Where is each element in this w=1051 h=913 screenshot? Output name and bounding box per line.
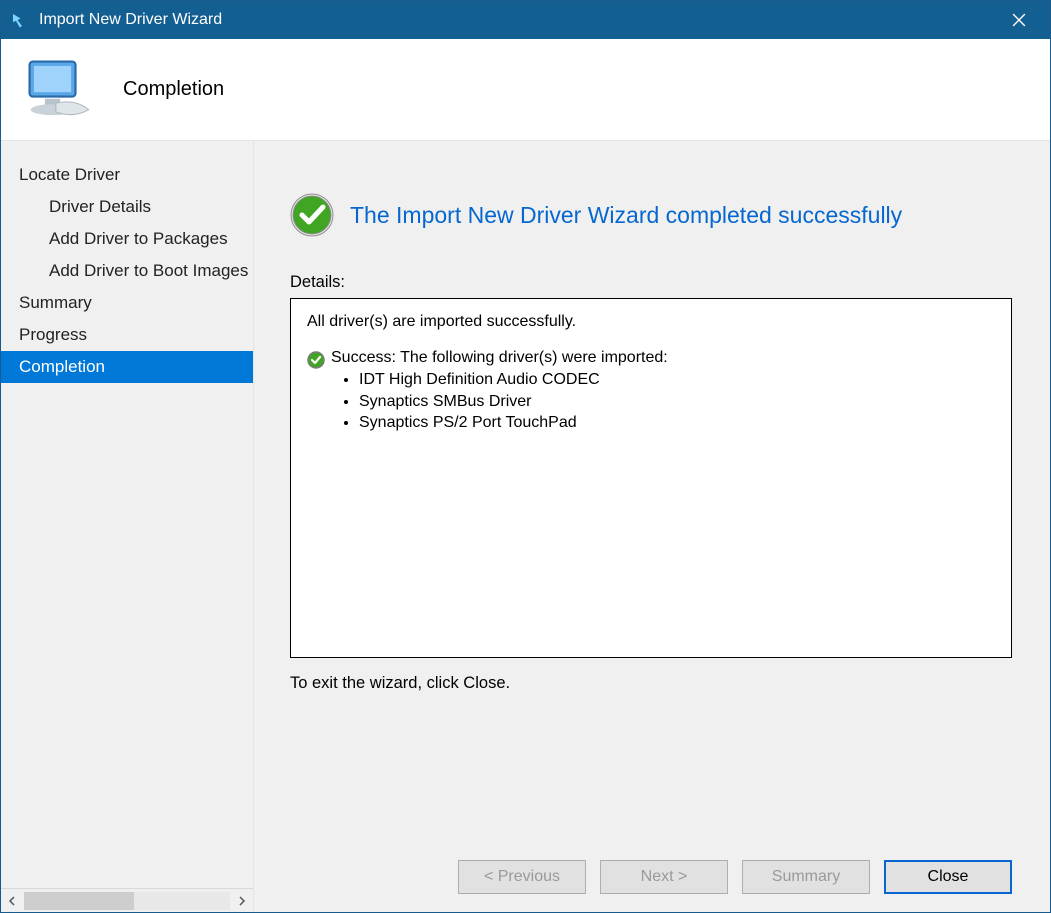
window-title: Import New Driver Wizard (39, 11, 996, 29)
sidebar-item-progress[interactable]: Progress (1, 319, 253, 351)
details-success-line: Success: The following driver(s) were im… (307, 349, 995, 434)
sidebar-item-add-driver-to-boot-images[interactable]: Add Driver to Boot Images (1, 255, 253, 287)
driver-list-item: IDT High Definition Audio CODEC (359, 369, 668, 391)
sidebar: Locate DriverDriver DetailsAdd Driver to… (1, 141, 254, 912)
scroll-track[interactable] (24, 892, 230, 910)
chevron-left-icon (7, 896, 17, 906)
success-banner: The Import New Driver Wizard completed s… (290, 193, 1012, 237)
driver-list-item: Synaptics PS/2 Port TouchPad (359, 412, 668, 434)
exit-hint: To exit the wizard, click Close. (290, 674, 1012, 693)
page-title: Completion (123, 78, 224, 101)
close-icon (1012, 13, 1026, 27)
next-button[interactable]: Next > (600, 860, 728, 894)
sidebar-item-locate-driver[interactable]: Locate Driver (1, 159, 253, 191)
success-message: The Import New Driver Wizard completed s… (350, 202, 902, 229)
window-close-button[interactable] (996, 1, 1042, 39)
summary-button[interactable]: Summary (742, 860, 870, 894)
scroll-left-button[interactable] (1, 890, 23, 912)
sidebar-item-summary[interactable]: Summary (1, 287, 253, 319)
app-arrow-icon (9, 10, 29, 30)
wizard-steps-nav: Locate DriverDriver DetailsAdd Driver to… (1, 141, 253, 888)
titlebar: Import New Driver Wizard (1, 1, 1050, 39)
success-prefix: Success: The following driver(s) were im… (331, 349, 668, 366)
driver-list-item: Synaptics SMBus Driver (359, 391, 668, 413)
small-check-icon (307, 351, 325, 369)
header: Completion (1, 39, 1050, 141)
sidebar-item-add-driver-to-packages[interactable]: Add Driver to Packages (1, 223, 253, 255)
sidebar-item-completion[interactable]: Completion (1, 351, 253, 383)
sidebar-scrollbar[interactable] (1, 888, 253, 912)
success-check-icon (290, 193, 334, 237)
scroll-thumb[interactable] (24, 892, 134, 910)
details-success-body: Success: The following driver(s) were im… (331, 349, 668, 434)
main-panel: The Import New Driver Wizard completed s… (254, 141, 1050, 912)
close-button[interactable]: Close (884, 860, 1012, 894)
scroll-right-button[interactable] (231, 890, 253, 912)
details-summary-line: All driver(s) are imported successfully. (307, 313, 995, 331)
monitor-icon (23, 55, 93, 125)
footer-buttons: < Previous Next > Summary Close (290, 830, 1012, 894)
driver-list: IDT High Definition Audio CODECSynaptics… (331, 369, 668, 434)
wizard-window: Import New Driver Wizard Completion Loca… (0, 0, 1051, 913)
body: Locate DriverDriver DetailsAdd Driver to… (1, 141, 1050, 912)
details-label: Details: (290, 273, 1012, 292)
sidebar-item-driver-details[interactable]: Driver Details (1, 191, 253, 223)
chevron-right-icon (237, 896, 247, 906)
previous-button[interactable]: < Previous (458, 860, 586, 894)
details-box[interactable]: All driver(s) are imported successfully.… (290, 298, 1012, 658)
